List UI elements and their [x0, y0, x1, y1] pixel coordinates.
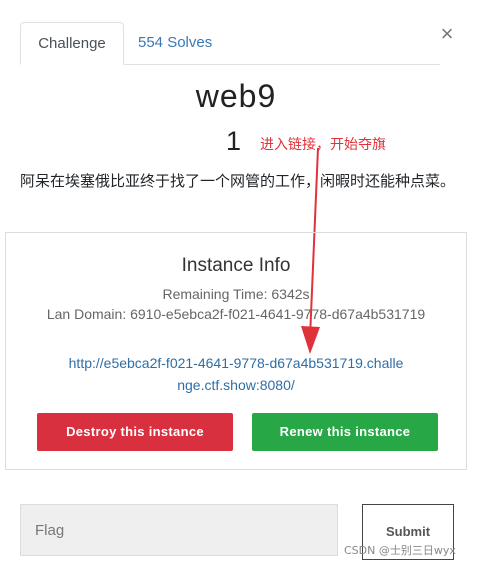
- close-icon[interactable]: ×: [436, 22, 458, 46]
- instance-info-panel: Instance Info Remaining Time: 6342s Lan …: [5, 232, 467, 470]
- challenge-modal: Challenge 554 Solves × web9 1 进入链接，开始夺旗 …: [0, 0, 481, 566]
- challenge-title: web9: [195, 78, 277, 114]
- lan-domain: Lan Domain: 6910-e5ebca2f-f021-4641-9778…: [46, 306, 426, 322]
- destroy-instance-button[interactable]: Destroy this instance: [37, 413, 233, 451]
- remaining-time: Remaining Time: 6342s: [162, 286, 310, 302]
- tab-challenge[interactable]: Challenge: [20, 22, 124, 65]
- instance-title: Instance Info: [181, 255, 291, 276]
- renew-instance-button[interactable]: Renew this instance: [252, 413, 438, 451]
- tab-solves[interactable]: 554 Solves: [138, 22, 222, 64]
- watermark: CSDN @士别三日wyx: [344, 544, 456, 557]
- challenge-description: 阿呆在埃塞俄比亚终于找了一个网管的工作，闲暇时还能种点菜。: [20, 172, 456, 190]
- instance-url-link[interactable]: http://e5ebca2f-f021-4641-9778-d67a4b531…: [66, 352, 406, 396]
- tab-bar: Challenge 554 Solves: [20, 22, 440, 65]
- challenge-points: 1: [226, 126, 242, 156]
- flag-input[interactable]: [20, 504, 338, 556]
